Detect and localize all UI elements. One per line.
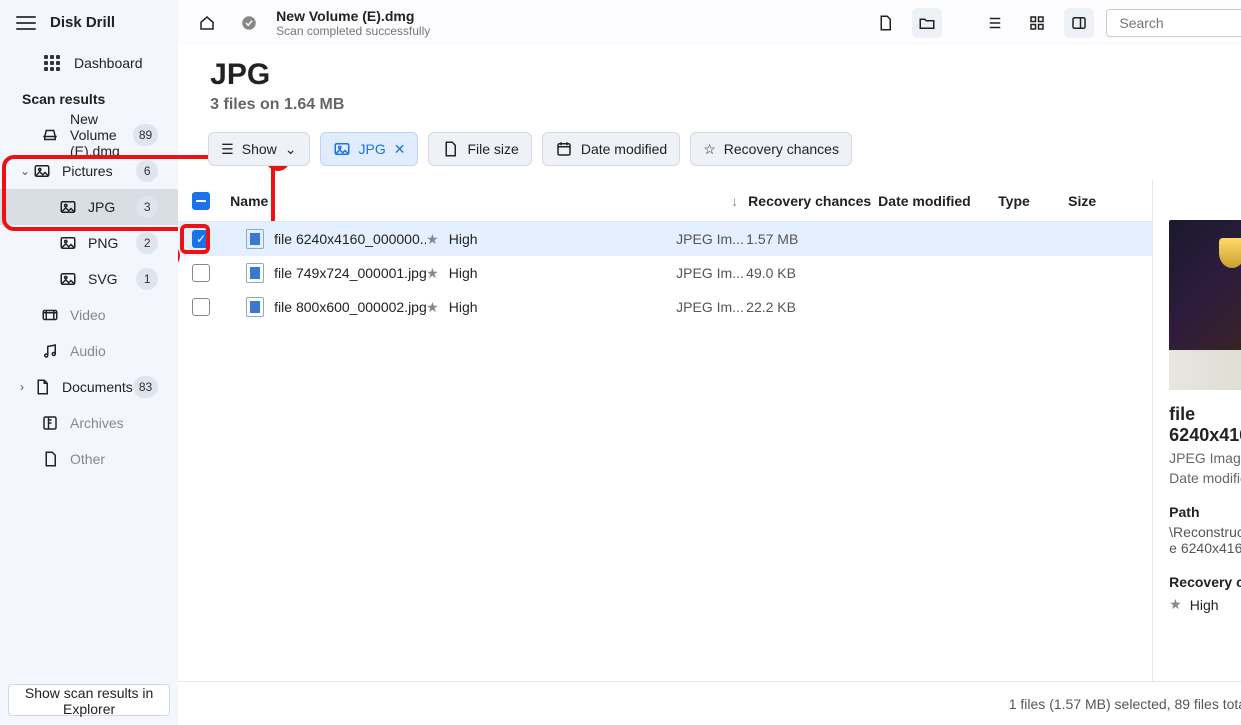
sidebar-item-volume[interactable]: New Volume (E).dmg 89 — [0, 117, 178, 153]
col-type[interactable]: Type — [998, 193, 1068, 209]
chevron-right-icon: › — [20, 380, 32, 394]
sidebar-item-dashboard[interactable]: Dashboard — [0, 45, 178, 81]
sidebar: Disk Drill Dashboard Scan results New Vo… — [0, 0, 178, 725]
image-icon — [58, 233, 78, 253]
sidebar-item-png[interactable]: PNG 2 — [0, 225, 178, 261]
show-dropdown[interactable]: ☰ Show ⌄ — [208, 132, 309, 166]
sidebar-item-audio[interactable]: Audio — [0, 333, 178, 369]
archive-icon — [40, 413, 60, 433]
file-name: file 749x724_000001.jpg — [274, 265, 426, 281]
list-view-icon[interactable] — [980, 8, 1010, 38]
chevron-down-icon: ⌄ — [285, 141, 297, 158]
preview-path: \Reconstructed\Pictures\jpg\file 6240x41… — [1169, 524, 1241, 556]
col-date[interactable]: Date modified — [878, 193, 998, 209]
sort-icon[interactable]: ↓ — [731, 193, 738, 209]
sidebar-item-jpg[interactable]: JPG 3 — [0, 189, 178, 225]
file-icon — [40, 449, 60, 469]
filter-size[interactable]: File size — [428, 132, 531, 166]
sliders-icon: ☰ — [221, 141, 234, 158]
image-icon — [32, 161, 52, 181]
video-icon — [40, 305, 60, 325]
chevron-down-icon: ⌄ — [20, 164, 32, 178]
page-title: JPG — [210, 58, 1241, 92]
filter-recovery[interactable]: ☆ Recovery chances — [690, 132, 852, 166]
preview-meta: JPEG Image – 1.57 MB — [1169, 450, 1241, 466]
sidebar-item-documents[interactable]: › Documents 83 — [0, 369, 178, 405]
star-icon: ☆ — [703, 141, 716, 158]
preview-filename: file 6240x4160_000000.jpg — [1169, 404, 1241, 446]
main-area: New Volume (E).dmg Scan completed succes… — [178, 0, 1241, 725]
col-recovery[interactable]: Recovery chances — [748, 193, 878, 209]
show-in-explorer-button[interactable]: Show scan results in Explorer — [8, 684, 170, 716]
filter-bar: ☰ Show ⌄ JPG ✕ File size Date modified ☆… — [178, 118, 1241, 180]
row-checkbox[interactable] — [192, 264, 210, 282]
document-icon — [441, 140, 459, 158]
preview-rc-label: Recovery chances — [1169, 574, 1241, 590]
x-icon[interactable]: ✕ — [394, 141, 406, 158]
check-circle-icon[interactable] — [234, 8, 264, 38]
split-view-icon[interactable] — [1064, 8, 1094, 38]
table-header: Name ↓ Recovery chances Date modified Ty… — [178, 180, 1152, 222]
select-all-checkbox[interactable] — [192, 192, 210, 210]
preview-date-label: Date modified — [1169, 470, 1241, 486]
volume-subtitle: Scan completed successfully — [276, 24, 858, 38]
sidebar-item-other[interactable]: Other — [0, 441, 178, 477]
app-title: Disk Drill — [50, 14, 115, 31]
star-icon: ★ — [426, 265, 439, 282]
file-icon — [246, 263, 264, 283]
volume-title: New Volume (E).dmg — [276, 8, 858, 24]
image-icon — [333, 140, 351, 158]
row-checkbox[interactable]: ✓ — [192, 230, 210, 248]
star-icon: ★ — [426, 299, 439, 316]
table-row[interactable]: file 800x600_000002.jpg ★High JPEG Im...… — [178, 290, 1152, 324]
file-icon — [246, 297, 264, 317]
file-view-icon[interactable] — [870, 8, 900, 38]
preview-path-label: Path — [1169, 504, 1241, 520]
grid-view-icon[interactable] — [1022, 8, 1052, 38]
sidebar-item-pictures[interactable]: ⌄ Pictures 6 — [0, 153, 178, 189]
sidebar-item-svg[interactable]: SVG 1 — [0, 261, 178, 297]
disk-icon — [40, 125, 60, 145]
selection-status: 1 files (1.57 MB) selected, 89 files tot… — [1009, 696, 1241, 712]
filter-jpg[interactable]: JPG ✕ — [320, 132, 419, 166]
calendar-icon — [555, 140, 573, 158]
col-size[interactable]: Size — [1068, 193, 1138, 209]
menu-icon[interactable] — [16, 16, 36, 30]
table-row[interactable]: file 749x724_000001.jpg ★High JPEG Im...… — [178, 256, 1152, 290]
audio-icon — [40, 341, 60, 361]
results-table: Name ↓ Recovery chances Date modified Ty… — [178, 180, 1153, 681]
file-icon — [246, 229, 264, 249]
file-name: file 6240x4160_000000.... — [274, 231, 426, 247]
folder-view-icon[interactable] — [912, 8, 942, 38]
grid-icon — [44, 55, 60, 71]
topbar: New Volume (E).dmg Scan completed succes… — [178, 0, 1241, 46]
file-name: file 800x600_000002.jpg — [274, 299, 426, 315]
page-subtitle: 3 files on 1.64 MB — [210, 96, 1241, 114]
preview-panel: file 6240x4160_000000.jpg JPEG Image – 1… — [1153, 180, 1241, 681]
sidebar-item-video[interactable]: Video — [0, 297, 178, 333]
image-icon — [58, 197, 78, 217]
table-row[interactable]: ✓ file 6240x4160_000000.... ★High JPEG I… — [178, 222, 1152, 256]
document-icon — [32, 377, 52, 397]
footer-bar: 1 files (1.57 MB) selected, 89 files tot… — [178, 681, 1241, 725]
home-icon[interactable] — [192, 8, 222, 38]
sidebar-item-archives[interactable]: Archives — [0, 405, 178, 441]
image-icon — [58, 269, 78, 289]
row-checkbox[interactable] — [192, 298, 210, 316]
star-icon: ★ — [426, 231, 439, 248]
preview-image — [1169, 220, 1241, 390]
col-name[interactable]: Name — [210, 193, 426, 209]
search-input[interactable] — [1106, 9, 1241, 37]
star-icon: ★ — [1169, 596, 1182, 613]
filter-date[interactable]: Date modified — [542, 132, 680, 166]
